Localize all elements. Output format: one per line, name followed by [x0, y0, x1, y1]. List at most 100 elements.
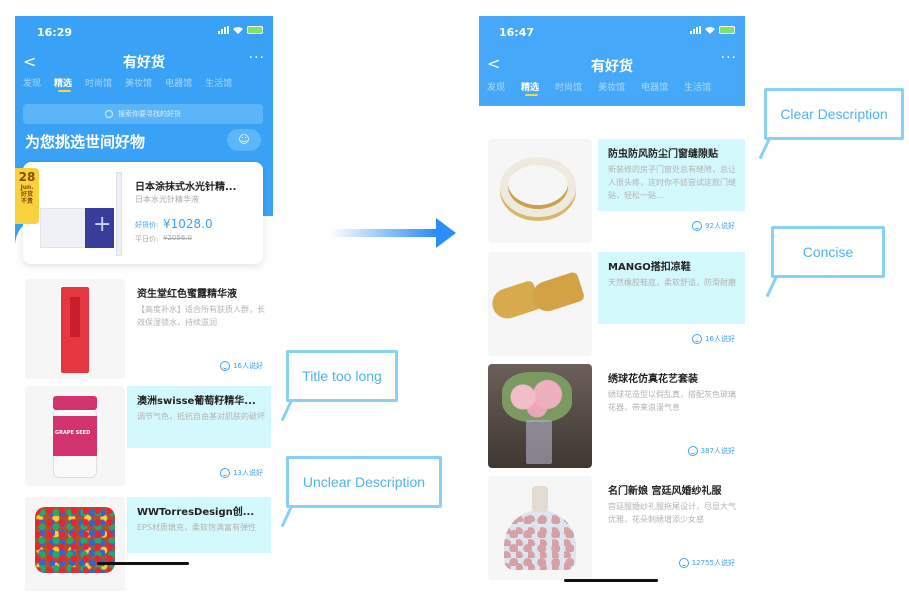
status-time: 16:47: [499, 26, 535, 39]
tab-electronics[interactable]: 电器馆: [165, 76, 192, 100]
wifi-icon: [233, 27, 243, 34]
category-tabs: 发现 精选 时尚馆 美妆馆 电器馆 生活馆: [23, 76, 273, 100]
likes-count: 12755人说好: [678, 558, 735, 568]
page-title: 有好货: [591, 59, 633, 75]
tab-beauty[interactable]: 美妆馆: [598, 80, 625, 104]
item-text-highlighted: 澳洲swisse葡萄籽精华... 调节气色，抵抗自由基对肌肤的破坏: [127, 386, 271, 448]
item-description: 宫廷服婚纱礼服拖尾设计，尽显大气优雅，花朵刺绣增添少女感: [608, 502, 736, 524]
status-bar: 16:29: [15, 16, 273, 46]
more-icon[interactable]: ···: [249, 50, 265, 66]
item-text: 名门新娘 宫廷风婚纱礼服 宫廷服婚纱礼服拖尾设计，尽显大气优雅，花朵刺绣增添少女…: [598, 476, 745, 533]
date-day: 28: [18, 170, 36, 184]
smile-icon: [692, 334, 703, 344]
list-item[interactable]: 名门新娘 宫廷风婚纱礼服 宫廷服婚纱礼服拖尾设计，尽显大气优雅，花朵刺绣增添少女…: [479, 476, 745, 580]
battery-icon: [719, 26, 735, 34]
tab-featured[interactable]: 精选: [521, 80, 539, 104]
smile-button[interactable]: ☺: [227, 129, 261, 151]
list-item[interactable]: 澳洲swisse葡萄籽精华... 调节气色，抵抗自由基对肌肤的破坏 13人说好: [15, 386, 273, 490]
tab-discover[interactable]: 发现: [487, 80, 505, 104]
item-description: 调节气色，抵抗自由基对肌肤的破坏: [137, 412, 265, 421]
category-tabs: 发现 精选 时尚馆 美妆馆 电器馆 生活馆: [487, 80, 745, 104]
likes-count: 387人说好: [687, 446, 735, 456]
tab-fashion[interactable]: 时尚馆: [555, 80, 582, 104]
product-image: [25, 279, 125, 379]
item-text: 资生堂红色蜜露精华液 【高度补水】适合所有肤质人群，长效保湿锁水，持续滋润: [127, 279, 271, 336]
callout-text: Title too long: [286, 350, 398, 402]
price-label: 好货价:: [135, 221, 159, 229]
list-item[interactable]: 防虫防风防尘门窗缝隙贴 新装修的房子门窗处总有缝隙，总让人很头疼，这时你不妨尝试…: [479, 139, 745, 243]
tab-electronics[interactable]: 电器馆: [641, 80, 668, 104]
date-badge: 28 Jun. 好货 不贵: [15, 168, 39, 224]
tab-living[interactable]: 生活馆: [205, 76, 232, 100]
likes-text: 92人说好: [705, 222, 735, 230]
list-item[interactable]: WWTorresDesign创... EPS材质填充，柔软饱满富有弹性: [15, 497, 273, 591]
product-image: [488, 252, 592, 356]
more-icon[interactable]: ···: [721, 50, 737, 66]
home-indicator: [564, 579, 658, 582]
item-description: EPS材质填充，柔软饱满富有弹性: [137, 523, 256, 532]
smile-icon: ☺: [238, 133, 250, 146]
original-price: ¥2056.0: [163, 234, 192, 242]
product-image: [488, 364, 592, 468]
featured-product-card[interactable]: 28 Jun. 好货 不贵 日本涂抹式水光针精... 日本水光针精华液 好货价:…: [15, 162, 263, 264]
likes-count: 13人说好: [220, 468, 263, 478]
smile-icon: [692, 221, 703, 231]
item-description: 天然橡胶鞋底，柔软舒适，防滑耐磨: [608, 278, 736, 287]
featured-price: ¥1028.0: [163, 217, 213, 231]
smile-icon: [687, 446, 698, 456]
battery-icon: [247, 26, 263, 34]
tab-featured[interactable]: 精选: [54, 76, 72, 100]
tab-discover[interactable]: 发现: [23, 76, 41, 100]
item-title: 名门新娘 宫廷风婚纱礼服: [608, 486, 722, 497]
item-text-highlighted: 防虫防风防尘门窗缝隙贴 新装修的房子门窗处总有缝隙，总让人很头疼，这时你不妨尝试…: [598, 139, 745, 211]
featured-title: 日本涂抹式水光针精...: [135, 182, 237, 193]
item-title: 澳洲swisse葡萄籽精华...: [137, 396, 256, 407]
product-image: [488, 476, 592, 580]
likes-count: 92人说好: [692, 221, 735, 231]
likes-text: 16人说好: [233, 362, 263, 370]
search-placeholder: 搜索你要寻找的好货: [118, 110, 181, 118]
home-indicator: [97, 562, 189, 565]
search-icon: [105, 110, 113, 118]
likes-text: 387人说好: [700, 447, 735, 455]
smile-icon: [220, 468, 231, 478]
callout-text: Unclear Description: [286, 456, 442, 508]
item-text: 绣球花仿真花艺套装 绣球花造型以假乱真，搭配灰色玻璃花器，带来浪漫气息: [598, 364, 745, 421]
transition-arrow: [330, 218, 456, 248]
item-description: 新装修的房子门窗处总有缝隙，总让人很头疼，这时你不妨尝试这款门缝贴，轻松一贴..…: [608, 165, 736, 200]
item-title: MANGO搭扣凉鞋: [608, 262, 691, 273]
item-description: 绣球花造型以假乱真，搭配灰色玻璃花器，带来浪漫气息: [608, 390, 736, 412]
list-item[interactable]: MANGO搭扣凉鞋 天然橡胶鞋底，柔软舒适，防滑耐磨 16人说好: [479, 252, 745, 356]
item-description: 【高度补水】适合所有肤质人群，长效保湿锁水，持续滋润: [137, 305, 265, 327]
signal-icon: [690, 26, 701, 34]
likes-count: 16人说好: [692, 334, 735, 344]
status-bar: 16:47: [479, 16, 745, 46]
wifi-icon: [705, 27, 715, 34]
product-image: [488, 139, 592, 243]
badge-line-2: 不贵: [20, 197, 33, 205]
item-title: 资生堂红色蜜露精华液: [137, 289, 237, 300]
item-title: 防虫防风防尘门窗缝隙贴: [608, 149, 718, 160]
likes-text: 13人说好: [233, 469, 263, 477]
nav-bar: < 有好货 ···: [15, 46, 273, 76]
likes-count: 16人说好: [220, 361, 263, 371]
smile-icon: [220, 361, 231, 371]
list-item[interactable]: 绣球花仿真花艺套装 绣球花造型以假乱真，搭配灰色玻璃花器，带来浪漫气息 387人…: [479, 364, 745, 468]
original-price-label: 平日价:: [135, 235, 159, 243]
item-title: 绣球花仿真花艺套装: [608, 374, 698, 385]
callout-text: Concise: [771, 226, 885, 278]
tab-fashion[interactable]: 时尚馆: [85, 76, 112, 100]
after-phone-screen: 20612人说好 防虫防风防尘门窗缝隙贴 新装修的房子门窗处总有缝隙，总让人很头…: [479, 16, 745, 591]
product-image: [25, 497, 125, 591]
status-time: 16:29: [37, 26, 73, 39]
page-title: 有好货: [123, 55, 165, 71]
tab-living[interactable]: 生活馆: [684, 80, 711, 104]
tab-beauty[interactable]: 美妆馆: [125, 76, 152, 100]
item-title: WWTorresDesign创...: [137, 507, 255, 518]
section-headline: 为您挑选世间好物: [25, 133, 146, 151]
search-input[interactable]: 搜索你要寻找的好货: [23, 104, 263, 124]
item-text-highlighted: WWTorresDesign创... EPS材质填充，柔软饱满富有弹性: [127, 497, 271, 553]
featured-product-image: [40, 172, 128, 256]
list-item[interactable]: 资生堂红色蜜露精华液 【高度补水】适合所有肤质人群，长效保湿锁水，持续滋润 16…: [15, 279, 273, 383]
smile-icon: [678, 558, 689, 568]
